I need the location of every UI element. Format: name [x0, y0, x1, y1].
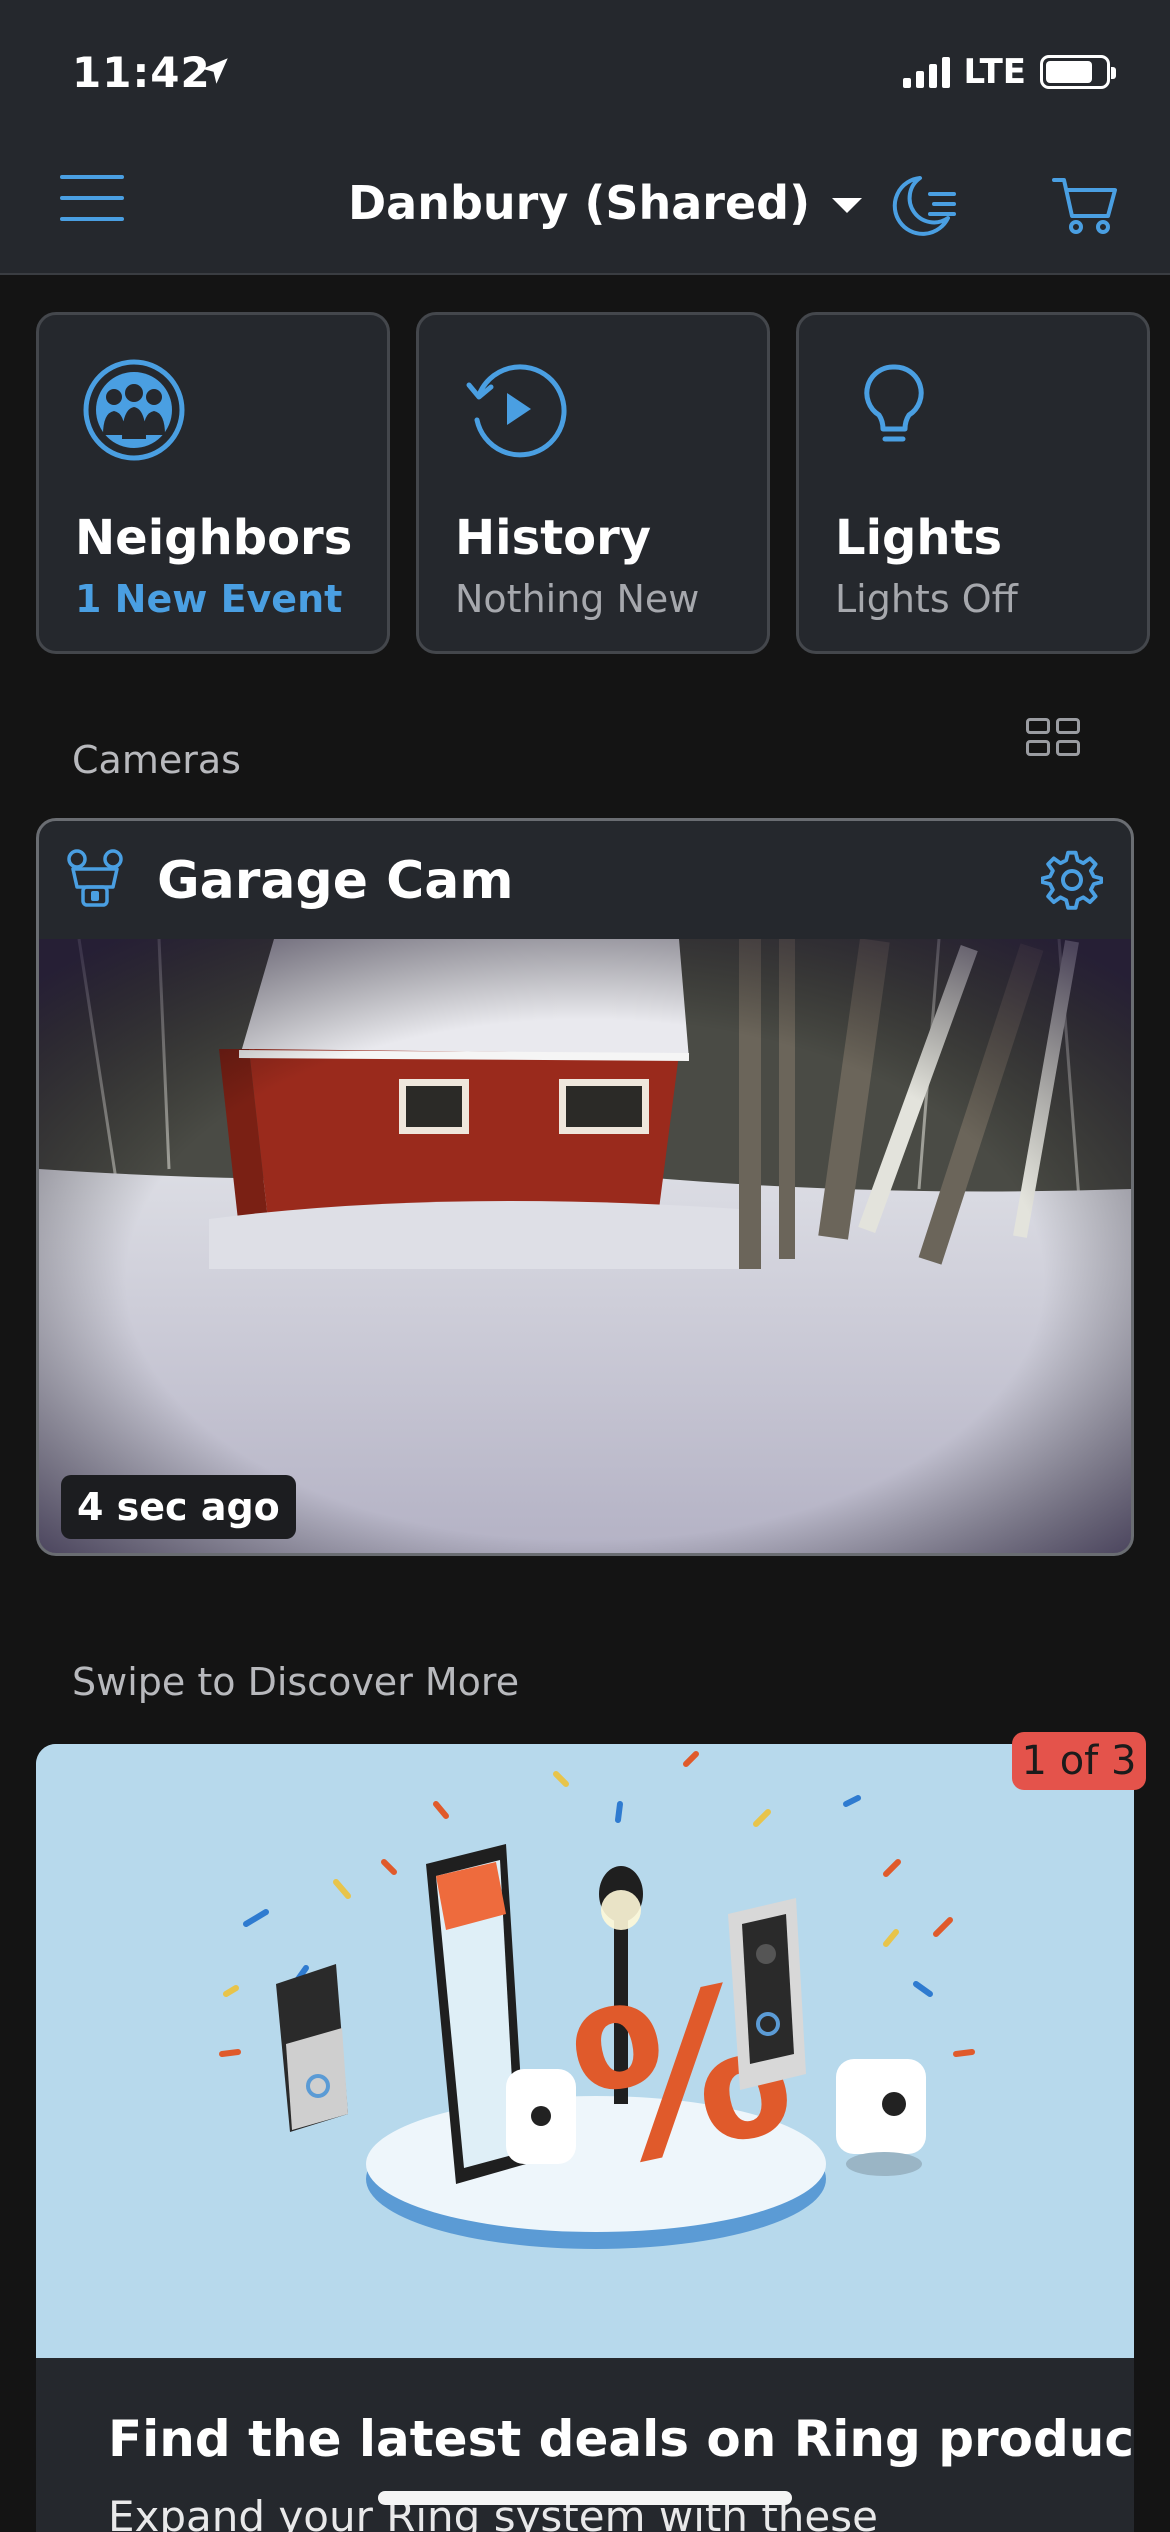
camera-feed[interactable]: 4 sec ago — [39, 938, 1131, 1553]
menu-icon[interactable] — [60, 175, 124, 225]
lightbulb-icon — [864, 364, 924, 442]
battery-icon — [1040, 55, 1116, 89]
camera-snapshot — [39, 938, 1131, 1553]
tile-lights[interactable]: Lights Lights Off — [796, 312, 1150, 654]
grid-view-icon[interactable] — [1026, 718, 1082, 758]
status-indicators: LTE — [902, 52, 1116, 92]
moon-mode-icon[interactable] — [890, 172, 960, 238]
tile-neighbors[interactable]: Neighbors 1 New Event — [36, 312, 390, 654]
page-indicator-badge: 1 of 3 — [1012, 1732, 1146, 1790]
promo-card[interactable]: % Find the latest deals on Ring products… — [36, 1744, 1134, 2532]
home-indicator[interactable] — [378, 2491, 792, 2505]
gear-icon[interactable] — [1041, 849, 1103, 911]
tile-subtitle: Lights Off — [835, 577, 1018, 621]
tile-title: Neighbors — [75, 510, 353, 566]
cameras-section-label: Cameras — [72, 738, 241, 782]
location-selector[interactable]: Danbury (Shared) — [348, 176, 863, 230]
promo-title: Find the latest deals on Ring products. — [108, 2410, 1134, 2468]
discover-section-label: Swipe to Discover More — [72, 1660, 520, 1704]
app-screen: 11:42 LTE Danbury (Shared) Neighbors 1 N… — [0, 0, 1170, 2532]
status-time: 11:42 — [72, 48, 211, 97]
tile-subtitle: 1 New Event — [75, 577, 343, 621]
network-label: LTE — [963, 52, 1026, 92]
tile-title: History — [455, 510, 652, 566]
top-bar: 11:42 LTE Danbury (Shared) — [0, 0, 1170, 275]
tile-title: Lights — [835, 510, 1003, 566]
quick-tiles: Neighbors 1 New Event History Nothing Ne… — [36, 312, 1150, 654]
snapshot-age-badge: 4 sec ago — [61, 1475, 296, 1539]
chevron-down-icon — [832, 197, 863, 213]
camera-name: Garage Cam — [157, 851, 514, 911]
promo-illustration: % — [36, 1744, 1134, 2358]
camera-icon — [67, 849, 123, 907]
cart-icon[interactable] — [1052, 174, 1118, 236]
signal-icon — [902, 56, 950, 88]
location-arrow-icon — [202, 58, 228, 84]
location-label: Danbury (Shared) — [348, 176, 811, 230]
camera-header[interactable]: Garage Cam — [39, 821, 1131, 939]
camera-card: Garage Cam 4 sec ago — [36, 818, 1134, 1556]
tile-subtitle: Nothing New — [455, 577, 700, 621]
tile-history[interactable]: History Nothing New — [416, 312, 770, 654]
history-play-icon — [466, 364, 567, 458]
neighbors-icon — [83, 359, 185, 461]
